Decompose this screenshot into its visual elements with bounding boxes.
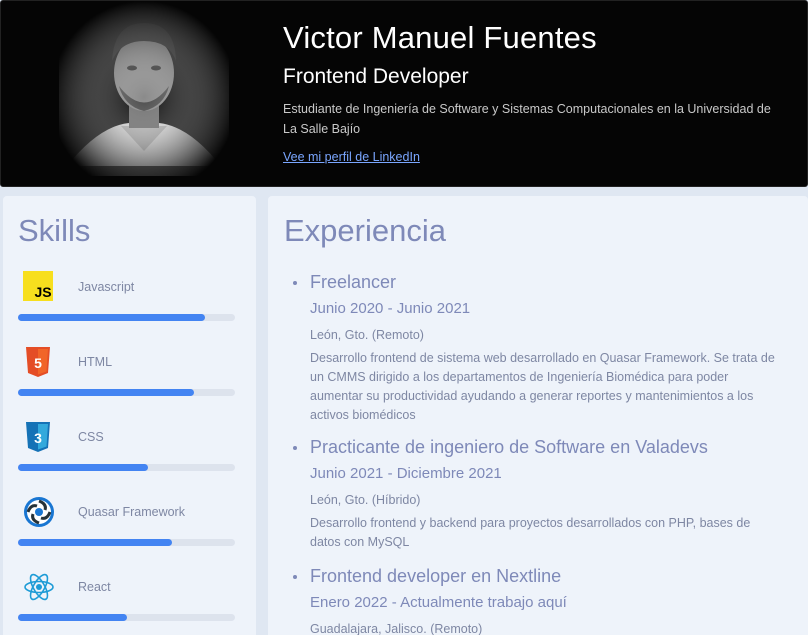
- job-description: Desarrollo frontend de sistema web desar…: [310, 351, 775, 422]
- skill-item-html: 5 HTML: [3, 346, 256, 406]
- job-title: Practicante de ingeniero de Software en …: [310, 437, 708, 457]
- skill-item-javascript: JS Javascript: [3, 271, 256, 331]
- skill-progress-bar: [18, 539, 235, 546]
- experience-title: Experiencia: [284, 213, 446, 248]
- css3-icon: 3: [23, 421, 55, 453]
- skill-label: React: [78, 580, 111, 594]
- skill-label: HTML: [78, 355, 113, 369]
- job-location: León, Gto. (Híbrido): [310, 493, 421, 507]
- profile-photo: [59, 1, 229, 176]
- skill-label: CSS: [78, 430, 104, 444]
- svg-text:3: 3: [34, 430, 42, 446]
- skill-item-react: React: [3, 571, 256, 631]
- profile-role: Frontend Developer: [283, 65, 469, 88]
- skill-progress-bar: [18, 464, 235, 471]
- experience-card: Experiencia Freelancer Junio 2020 - Juni…: [268, 196, 808, 635]
- job-title: Frontend developer en Nextline: [310, 566, 562, 586]
- svg-text:5: 5: [34, 355, 42, 371]
- html5-icon: 5: [23, 346, 55, 378]
- quasar-icon: [23, 496, 55, 528]
- job-item: Practicante de ingeniero de Software en …: [268, 437, 808, 557]
- job-location: Guadalajara, Jalisco. (Remoto): [310, 622, 483, 635]
- profile-name: Victor Manuel Fuentes: [283, 20, 597, 55]
- profile-description: Estudiante de Ingeniería de Software y S…: [283, 102, 771, 136]
- job-item: Freelancer Junio 2020 - Junio 2021 León,…: [268, 272, 808, 422]
- bullet-icon: [293, 281, 297, 285]
- job-title: Freelancer: [310, 272, 397, 292]
- skills-card: Skills JS Javascript 5 HTML 3 CSS Quasar…: [3, 196, 256, 635]
- react-icon: [23, 571, 55, 603]
- javascript-icon: JS: [23, 271, 55, 303]
- job-description: Desarrollo frontend y backend para proye…: [310, 516, 751, 549]
- job-location: León, Gto. (Remoto): [310, 328, 424, 342]
- skill-progress-bar: [18, 614, 235, 621]
- bullet-icon: [293, 446, 297, 450]
- skill-progress-bar: [18, 389, 235, 396]
- job-dates: Enero 2022 - Actualmente trabajo aquí: [310, 594, 567, 611]
- job-item: Frontend developer en Nextline Enero 202…: [268, 566, 808, 635]
- skill-label: Quasar Framework: [78, 505, 185, 519]
- bullet-icon: [293, 575, 297, 579]
- skill-progress-bar: [18, 314, 235, 321]
- linkedin-link[interactable]: Vee mi perfil de LinkedIn: [283, 150, 420, 164]
- skill-item-quasar: Quasar Framework: [3, 496, 256, 556]
- skill-label: Javascript: [78, 280, 135, 294]
- profile-header: Victor Manuel Fuentes Frontend Developer…: [0, 0, 808, 187]
- job-dates: Junio 2020 - Junio 2021: [310, 300, 471, 317]
- skill-item-css: 3 CSS: [3, 421, 256, 481]
- svg-text:JS: JS: [34, 284, 51, 300]
- job-dates: Junio 2021 - Diciembre 2021: [310, 465, 502, 482]
- skills-title: Skills: [18, 213, 91, 248]
